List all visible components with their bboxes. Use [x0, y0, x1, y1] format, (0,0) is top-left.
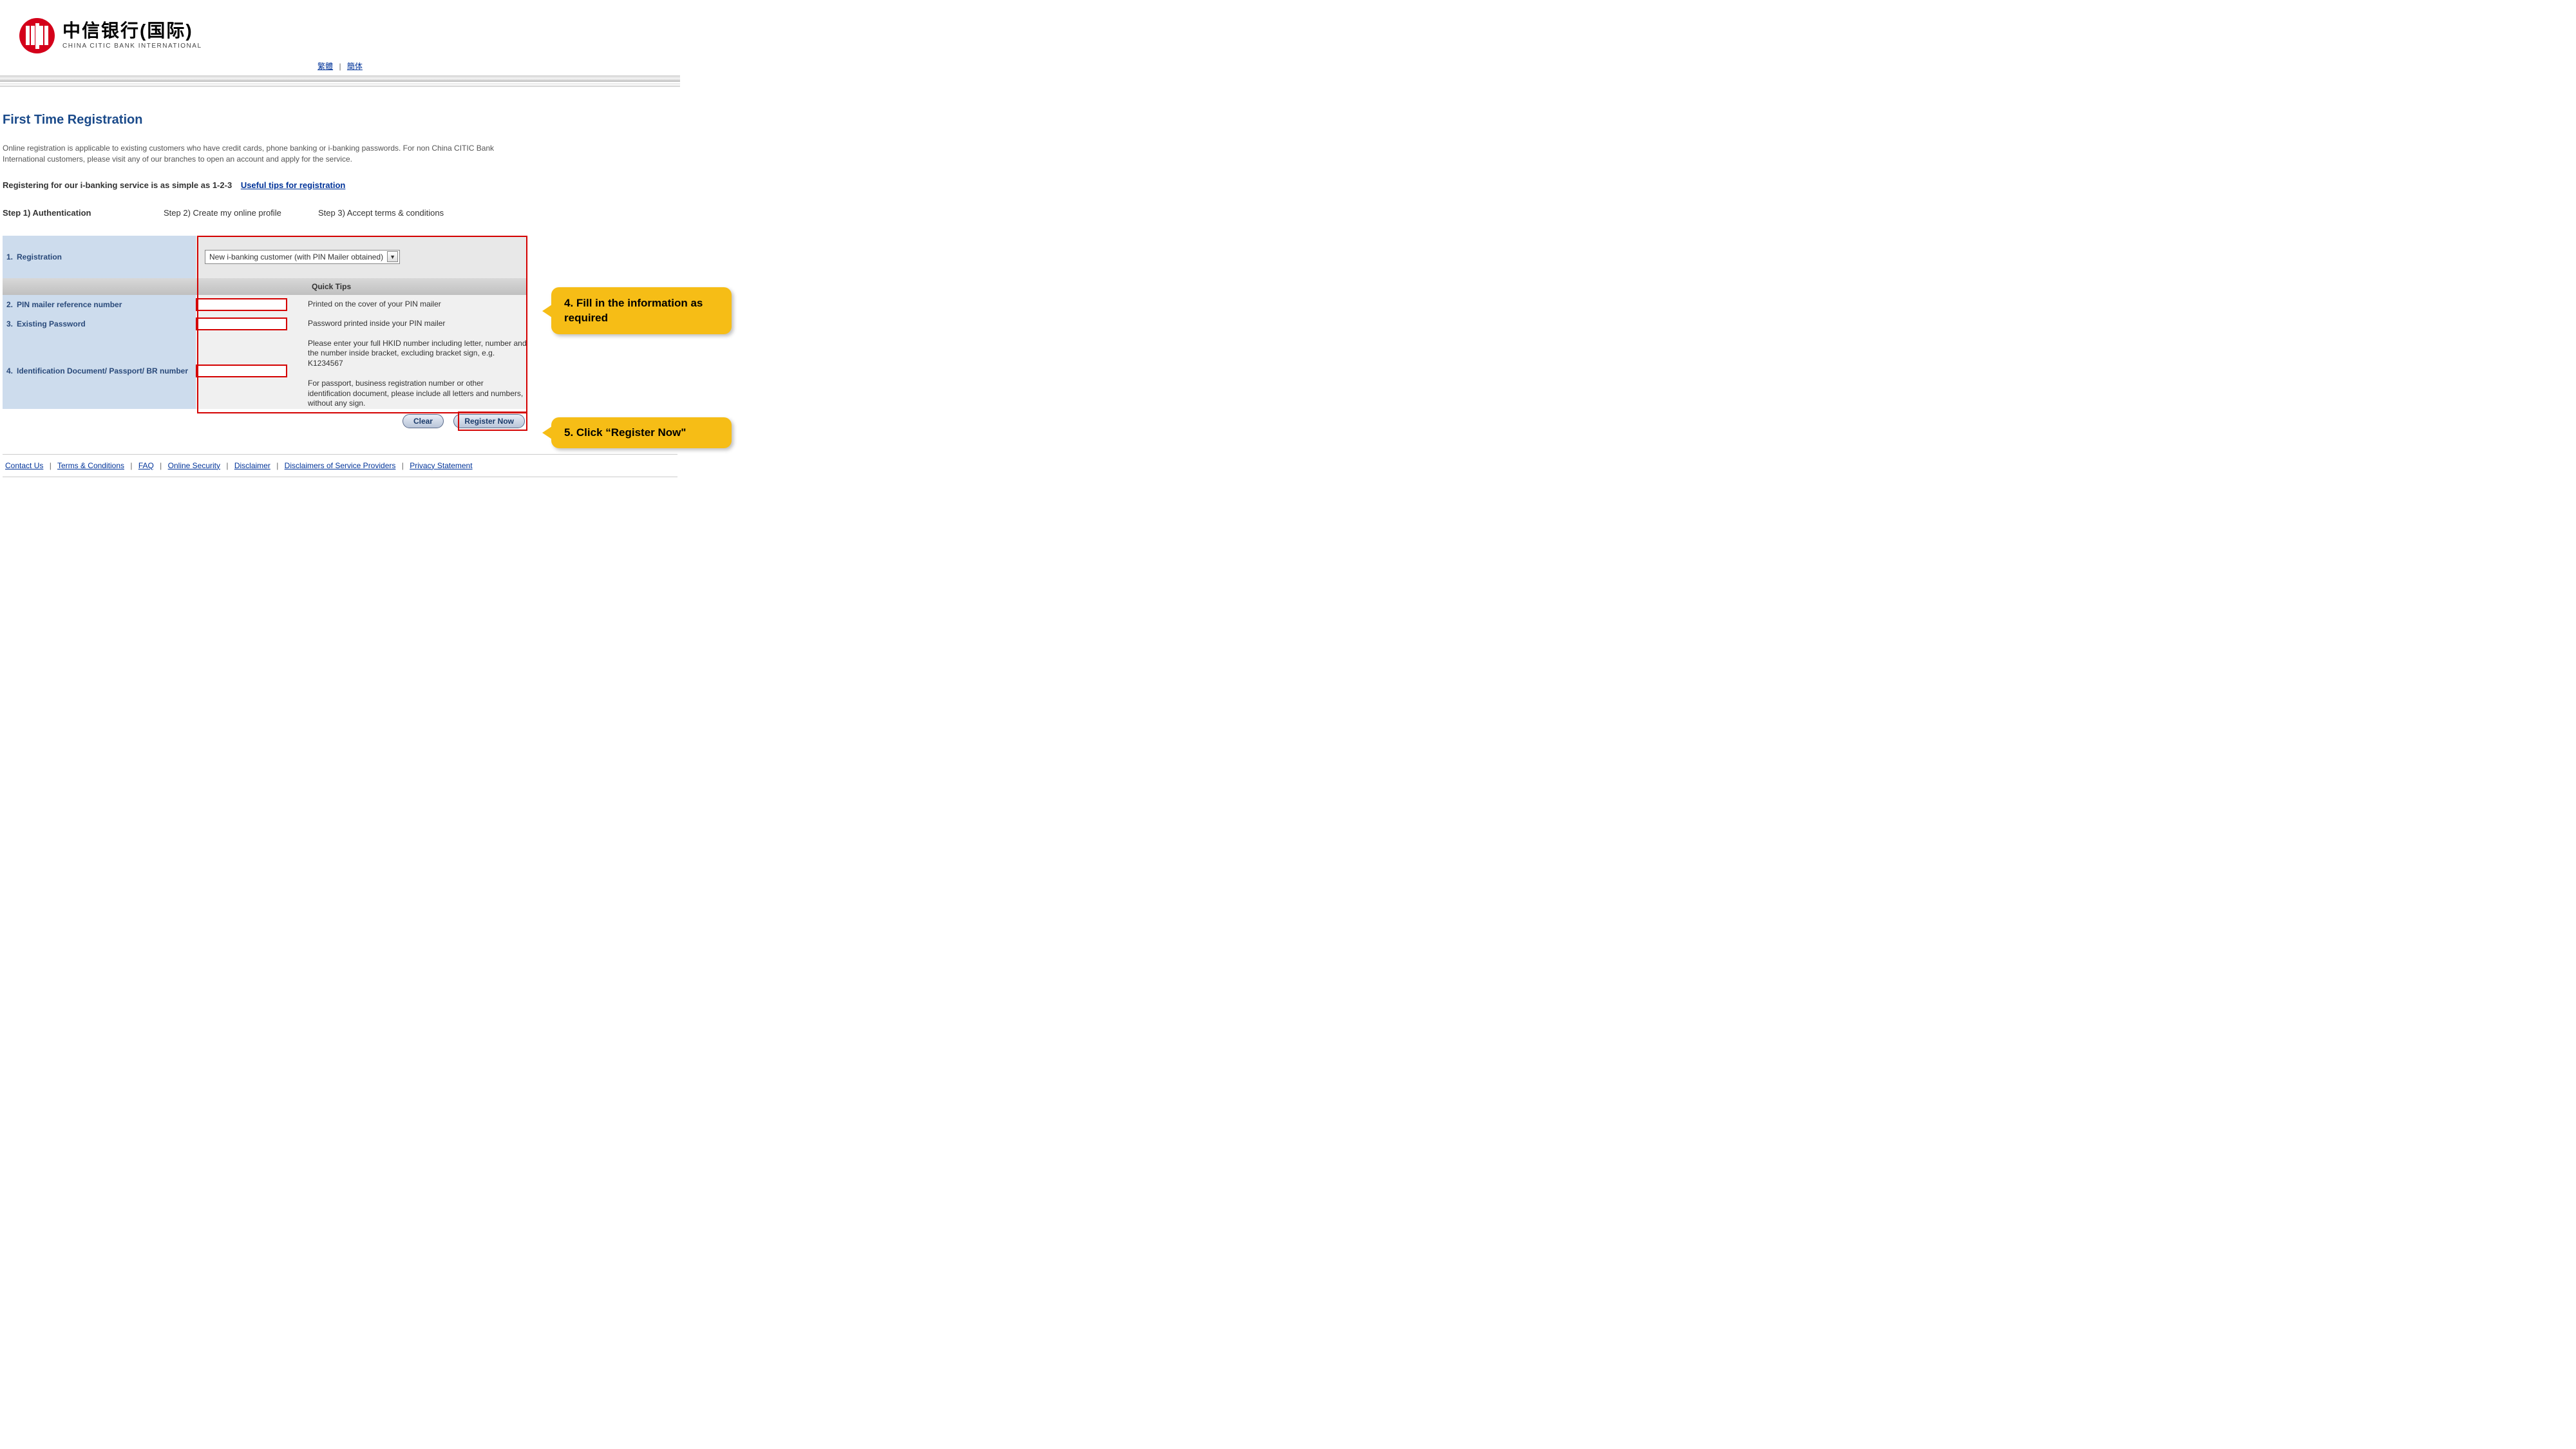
logo-chinese: 中信银行(国际)	[62, 22, 202, 40]
footer-disclaimer-link[interactable]: Disclaimer	[234, 461, 270, 470]
row-number: 2.	[3, 295, 17, 314]
header: 中信银行(国际) CHINA CITIC BANK INTERNATIONAL	[0, 13, 680, 58]
step-1-label: Step 1) Authentication	[3, 208, 164, 218]
pin-mailer-ref-input[interactable]	[196, 298, 287, 311]
step-3-label: Step 3) Accept terms & conditions	[318, 208, 444, 218]
footer-faq-link[interactable]: FAQ	[138, 461, 154, 470]
footer-contact-link[interactable]: Contact Us	[5, 461, 43, 470]
registration-type-label: Registration	[17, 236, 196, 278]
registration-form: 1. Registration New i-banking customer (…	[3, 236, 527, 409]
pin-mailer-tip: Printed on the cover of your PIN mailer	[308, 295, 527, 314]
register-now-button[interactable]: Register Now	[453, 414, 525, 428]
page-title: First Time Registration	[3, 113, 677, 128]
logo-icon	[19, 18, 55, 53]
row-number: 4.	[3, 334, 17, 409]
id-document-tip-1: Please enter your full HKID number inclu…	[308, 339, 527, 369]
lang-simplified-link[interactable]: 簡体	[347, 62, 363, 71]
step-2-label: Step 2) Create my online profile	[164, 208, 318, 218]
id-document-tip-2: For passport, business registration numb…	[308, 379, 527, 409]
reg-simple-text: Registering for our i-banking service is…	[3, 180, 232, 190]
footer-privacy-link[interactable]: Privacy Statement	[410, 461, 472, 470]
language-switch: 繁體 | 簡体	[0, 58, 680, 74]
registration-subtitle: Registering for our i-banking service is…	[3, 180, 677, 190]
existing-password-label: Existing Password	[17, 314, 196, 334]
useful-tips-link[interactable]: Useful tips for registration	[241, 180, 346, 190]
id-document-input[interactable]	[196, 365, 287, 377]
footer-terms-link[interactable]: Terms & Conditions	[57, 461, 124, 470]
lang-traditional-link[interactable]: 繁體	[317, 62, 333, 71]
registration-type-select[interactable]: New i-banking customer (with PIN Mailer …	[205, 250, 400, 264]
logo-text: 中信银行(国际) CHINA CITIC BANK INTERNATIONAL	[62, 22, 202, 50]
pin-mailer-ref-label: PIN mailer reference number	[17, 295, 196, 314]
separator: |	[339, 62, 341, 71]
existing-password-input[interactable]	[196, 317, 287, 330]
clear-button[interactable]: Clear	[402, 414, 444, 428]
intro-text: Online registration is applicable to exi…	[3, 143, 518, 165]
logo-english: CHINA CITIC BANK INTERNATIONAL	[62, 43, 202, 50]
annotation-callout-5: 5. Click “Register Now"	[551, 417, 732, 448]
step-indicator: Step 1) Authentication Step 2) Create my…	[3, 208, 677, 218]
divider-bar	[0, 83, 680, 87]
row-number: 3.	[3, 314, 17, 334]
row-number: 1.	[3, 236, 17, 278]
quick-tips-header: Quick Tips	[308, 278, 527, 295]
chevron-down-icon: ▼	[387, 251, 398, 262]
password-tip: Password printed inside your PIN mailer	[308, 314, 527, 334]
id-document-label: Identification Document/ Passport/ BR nu…	[17, 334, 196, 409]
divider-bar	[0, 75, 680, 82]
annotation-callout-4: 4. Fill in the information as required	[551, 287, 732, 335]
footer-links: Contact Us | Terms & Conditions | FAQ | …	[3, 454, 677, 477]
dropdown-value: New i-banking customer (with PIN Mailer …	[205, 252, 387, 261]
footer-security-link[interactable]: Online Security	[168, 461, 220, 470]
footer-providers-link[interactable]: Disclaimers of Service Providers	[285, 461, 396, 470]
